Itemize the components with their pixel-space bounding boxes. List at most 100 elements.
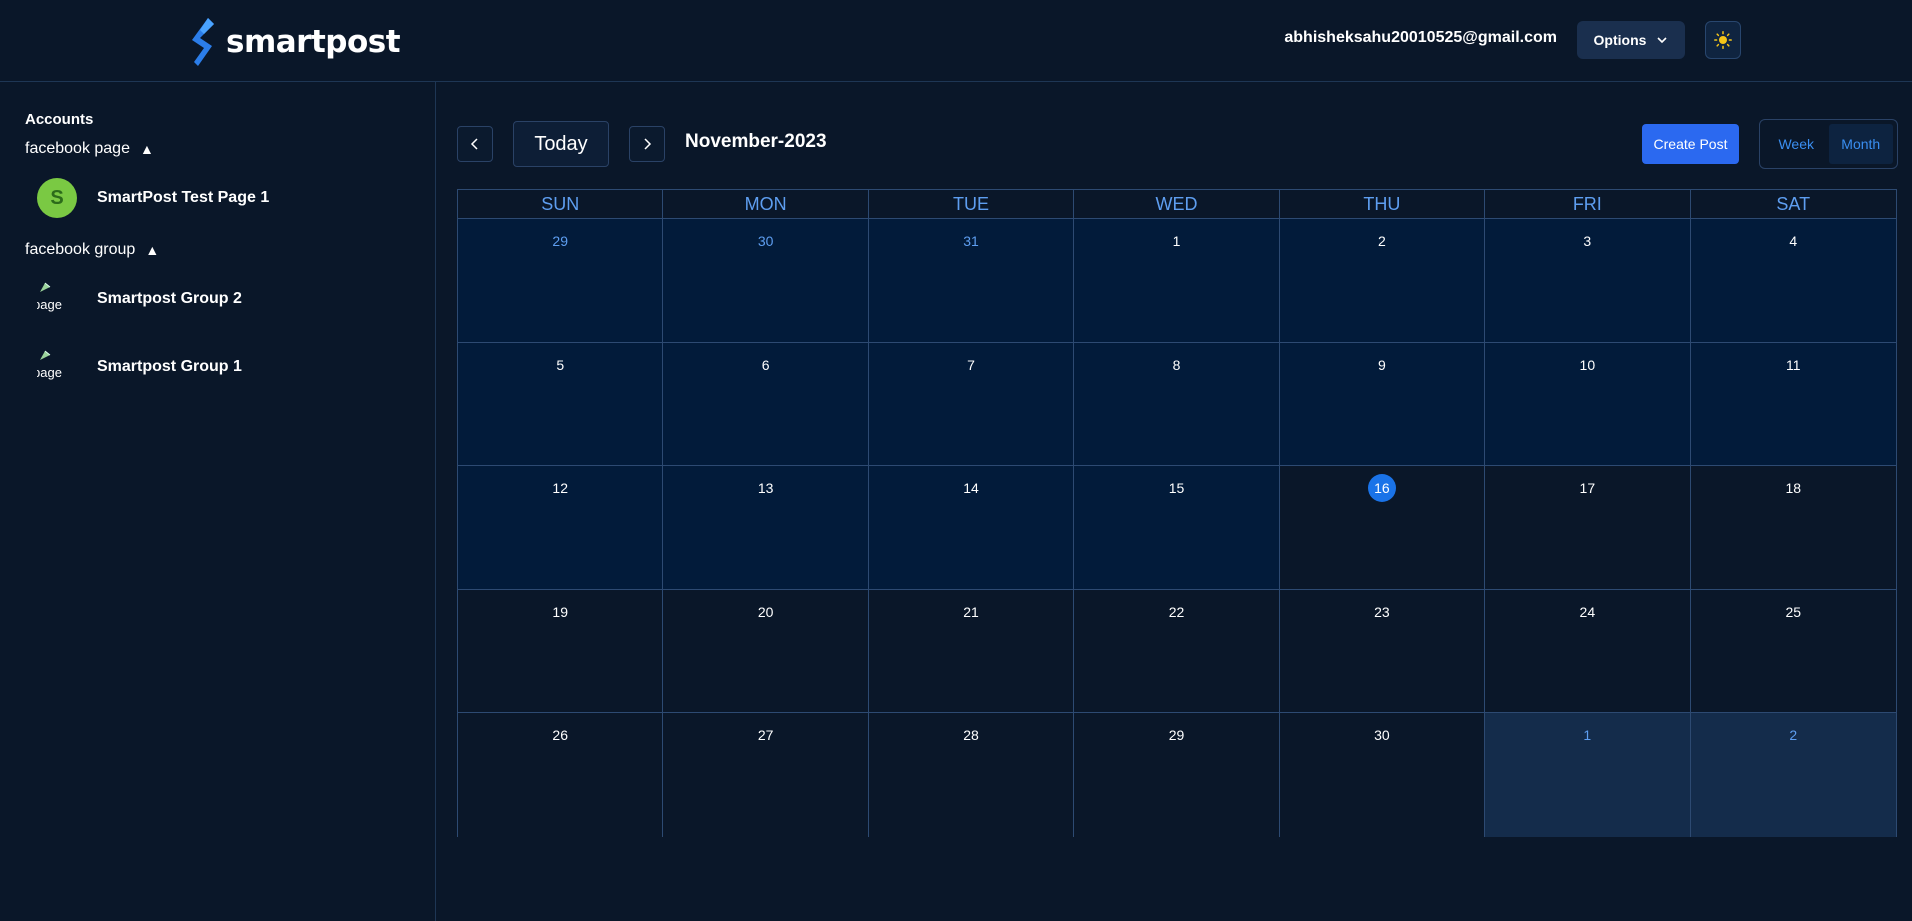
day-number: 27 — [757, 727, 774, 744]
sun-icon — [1714, 31, 1732, 49]
day-number: 20 — [757, 603, 774, 620]
month-title: November-2023 — [685, 131, 827, 152]
account-item-smartpost-group-1[interactable]: page Smartpost Group 1 — [37, 347, 242, 387]
weekday-header: TUE — [869, 190, 1075, 218]
group-label: facebook group — [25, 241, 136, 258]
calendar-day-cell[interactable]: 1 — [1485, 713, 1691, 837]
group-label: facebook page — [25, 140, 130, 157]
calendar-day-cell[interactable]: 12 — [458, 466, 664, 589]
day-number: 5 — [556, 356, 565, 373]
day-number: 18 — [1785, 480, 1802, 497]
day-number: 11 — [1785, 356, 1801, 373]
day-number: 24 — [1579, 603, 1596, 620]
day-number: 30 — [757, 233, 774, 249]
theme-toggle-button[interactable] — [1705, 21, 1741, 59]
weekday-header: WED — [1074, 190, 1280, 218]
day-number: 12 — [552, 480, 568, 497]
day-number: 30 — [1374, 727, 1390, 744]
smartpost-logo[interactable]: smartpost — [190, 18, 401, 66]
account-item-smartpost-test-page-1[interactable]: S SmartPost Test Page 1 — [37, 178, 269, 218]
calendar-day-cell[interactable]: 15 — [1074, 466, 1280, 589]
day-number: 29 — [1168, 727, 1185, 744]
weekday-header-row: SUN MON TUE WED THU FRI SAT — [458, 190, 1896, 219]
day-number: 31 — [963, 233, 979, 249]
day-number: 1 — [1172, 233, 1181, 249]
chevron-right-icon — [644, 138, 652, 150]
calendar-day-cell[interactable]: 25 — [1690, 589, 1896, 713]
day-number: 21 — [963, 603, 979, 620]
account-name: SmartPost Test Page 1 — [97, 189, 270, 206]
calendar-day-cell[interactable]: 9 — [1279, 342, 1486, 466]
avatar-alt-text: page — [37, 365, 62, 380]
avatar-alt-text: page — [37, 297, 62, 312]
day-number: 6 — [761, 356, 770, 373]
accounts-sidebar: Accounts facebook page ▲ S SmartPost Tes… — [0, 82, 436, 921]
options-dropdown-button[interactable]: Options — [1577, 21, 1685, 59]
next-month-button[interactable] — [629, 126, 665, 162]
calendar-day-cell[interactable]: 31 — [868, 219, 1075, 342]
calendar-day-cell[interactable]: 7 — [868, 342, 1075, 466]
calendar-day-cell[interactable]: 22 — [1074, 589, 1280, 713]
calendar-day-cell[interactable]: 5 — [458, 342, 664, 466]
day-number: 9 — [1378, 356, 1386, 373]
user-email: abhisheksahu20010525@gmail.com — [1284, 29, 1557, 46]
calendar-weeks: 29 30 31 1 2 3 4 5 6 7 8 9 10 11 12 13 14 15 16 17 18 19 20 21 2… — [458, 219, 1896, 837]
calendar-day-cell[interactable]: 2 — [1279, 219, 1486, 342]
day-number: 26 — [552, 727, 568, 744]
day-number: 17 — [1579, 480, 1596, 497]
day-number: 14 — [963, 480, 979, 497]
calendar-day-cell[interactable]: 24 — [1485, 589, 1691, 713]
calendar-day-cell[interactable]: 6 — [663, 342, 869, 466]
day-number: 10 — [1579, 356, 1596, 373]
avatar: page — [37, 347, 77, 387]
smartpost-logo-icon — [192, 18, 214, 66]
day-number: 23 — [1374, 603, 1390, 620]
calendar-week-row: 26 27 28 29 30 1 2 — [458, 713, 1896, 837]
calendar-day-cell[interactable]: 18 — [1690, 466, 1896, 589]
calendar-day-cell[interactable]: 3 — [1485, 219, 1691, 342]
group-header-facebook-group[interactable]: facebook group ▲ — [25, 241, 159, 259]
calendar-day-cell[interactable]: 20 — [663, 589, 869, 713]
view-month-option[interactable]: Month — [1828, 124, 1893, 164]
create-post-button[interactable]: Create Post — [1642, 124, 1739, 164]
calendar-day-cell[interactable]: 26 — [458, 713, 664, 837]
calendar-day-cell[interactable]: 30 — [1279, 713, 1486, 837]
calendar-day-cell[interactable]: 8 — [1074, 342, 1280, 466]
calendar-day-cell[interactable]: 11 — [1690, 342, 1896, 466]
day-number: 1 — [1583, 727, 1592, 744]
month-calendar: SUN MON TUE WED THU FRI SAT 29 30 31 1 2 3 4 5 6 7 8 9 10 1… — [457, 189, 1897, 837]
calendar-week-row: 12 13 14 15 16 17 18 — [458, 466, 1896, 590]
calendar-day-cell-today[interactable]: 16 — [1279, 466, 1486, 589]
calendar-day-cell[interactable]: 23 — [1279, 589, 1486, 713]
logo-text: smartpost — [226, 24, 401, 60]
accounts-title: Accounts — [25, 111, 94, 128]
calendar-day-cell[interactable]: 27 — [663, 713, 869, 837]
top-header: smartpost abhisheksahu20010525@gmail.com… — [0, 0, 1912, 82]
account-item-smartpost-group-2[interactable]: page Smartpost Group 2 — [37, 279, 242, 319]
calendar-day-cell[interactable]: 19 — [458, 589, 664, 713]
calendar-day-cell[interactable]: 29 — [458, 219, 664, 342]
day-number: 4 — [1789, 233, 1798, 249]
prev-month-button[interactable] — [457, 126, 493, 162]
day-number: 7 — [967, 356, 975, 373]
triangle-up-icon: ▲ — [139, 141, 154, 157]
calendar-day-cell[interactable]: 29 — [1074, 713, 1280, 837]
view-week-option[interactable]: Week — [1764, 124, 1829, 164]
today-button[interactable]: Today — [513, 121, 609, 167]
group-header-facebook-page[interactable]: facebook page ▲ — [25, 140, 154, 158]
calendar-day-cell[interactable]: 2 — [1690, 713, 1896, 837]
calendar-day-cell[interactable]: 1 — [1074, 219, 1280, 342]
calendar-day-cell[interactable]: 28 — [868, 713, 1075, 837]
calendar-day-cell[interactable]: 10 — [1485, 342, 1691, 466]
calendar-day-cell[interactable]: 14 — [868, 466, 1075, 589]
weekday-header: FRI — [1485, 190, 1691, 218]
weekday-header: SAT — [1776, 193, 1811, 214]
calendar-day-cell[interactable]: 30 — [663, 219, 869, 342]
calendar-day-cell[interactable]: 21 — [868, 589, 1075, 713]
calendar-day-cell[interactable]: 13 — [663, 466, 869, 589]
day-number: 22 — [1168, 603, 1185, 620]
calendar-day-cell[interactable]: 4 — [1690, 219, 1896, 342]
triangle-up-icon: ▲ — [145, 242, 160, 258]
calendar-day-cell[interactable]: 17 — [1485, 466, 1691, 589]
calendar-week-row: 19 20 21 22 23 24 25 — [458, 589, 1896, 714]
